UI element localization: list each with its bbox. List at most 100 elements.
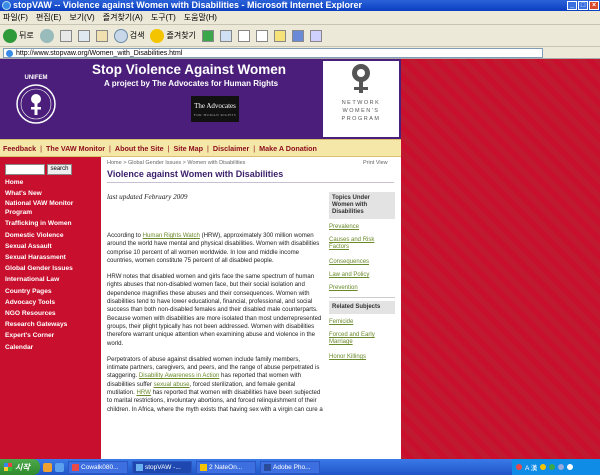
hrw-link[interactable]: Human Rights Watch: [143, 232, 200, 239]
nwp-text: NETWORK WOMEN'S PROGRAM: [341, 100, 381, 122]
mail-icon[interactable]: [219, 29, 232, 42]
print-view-link[interactable]: Print View: [363, 160, 388, 166]
paragraph-3: Perpetrators of abuse against disabled w…: [107, 356, 323, 414]
taskbar: 시작 Cowalk080... stopVAW -... 2 NateOn...…: [0, 459, 600, 475]
app-icon: [72, 463, 79, 471]
favorites-label: 즐겨찾기: [166, 31, 196, 40]
refresh-icon[interactable]: [77, 29, 90, 42]
nwp-logo[interactable]: NETWORK WOMEN'S PROGRAM: [323, 61, 399, 137]
task-cowalk[interactable]: Cowalk080...: [68, 460, 128, 474]
forward-button[interactable]: [39, 28, 54, 43]
nav-feedback[interactable]: Feedback: [3, 144, 36, 153]
daa-link[interactable]: Disability Awareness in Action: [139, 372, 220, 379]
stop-icon[interactable]: [59, 29, 72, 42]
address-bar: http://www.stopvaw.org/Women_with_Disabi…: [0, 47, 600, 59]
topic-law-policy[interactable]: Law and Policy: [329, 270, 395, 281]
media-icon[interactable]: [201, 29, 214, 42]
sidebar-item-whats-new[interactable]: What's New: [5, 188, 99, 199]
tray-icon[interactable]: [516, 464, 522, 470]
nav-site-map[interactable]: Site Map: [173, 144, 203, 153]
sidebar-item-international-law[interactable]: International Law: [5, 274, 99, 285]
folder-icon[interactable]: [273, 29, 286, 42]
address-input[interactable]: http://www.stopvaw.org/Women_with_Disabi…: [3, 47, 543, 58]
sidebar-item-global-gender-issues[interactable]: Global Gender Issues: [5, 263, 99, 274]
start-label: 시작: [15, 462, 30, 472]
nav-donation[interactable]: Make A Donation: [259, 144, 317, 153]
related-femicide[interactable]: Femicide: [329, 317, 395, 328]
tray-icon[interactable]: [549, 464, 556, 470]
menu-favorites[interactable]: 즐겨찾기(A): [103, 11, 143, 24]
web-page: UNIFEM Stop Violence Against Women A pro…: [0, 59, 401, 459]
window-title: stopVAW -- Violence against Women with D…: [13, 0, 363, 10]
close-button[interactable]: ×: [589, 1, 599, 10]
sidebar-item-vaw-monitor-program[interactable]: National VAW Monitor Program: [5, 199, 99, 218]
site-search-button[interactable]: search: [47, 164, 72, 175]
maximize-button[interactable]: □: [578, 1, 588, 10]
related-early-marriage[interactable]: Forced and Early Marriage: [329, 330, 395, 348]
back-button[interactable]: 뒤로: [3, 28, 34, 43]
menu-file[interactable]: 파일(F): [3, 11, 28, 24]
menu-view[interactable]: 보기(V): [69, 11, 94, 24]
task-photoshop[interactable]: Adobe Pho...: [260, 460, 320, 474]
edit-icon[interactable]: [255, 29, 268, 42]
sidebar-item-trafficking[interactable]: Trafficking in Women: [5, 218, 99, 229]
print-icon[interactable]: [237, 29, 250, 42]
nav-separator: |: [109, 143, 111, 153]
photoshop-icon: [264, 463, 271, 471]
site-subtitle: A project by The Advocates for Human Rig…: [104, 79, 279, 88]
quicklaunch-ie-icon[interactable]: [55, 462, 64, 472]
topic-prevalence[interactable]: Prevalence: [329, 222, 395, 233]
search-button[interactable]: 검색: [113, 28, 144, 43]
sidebar-item-sexual-harassment[interactable]: Sexual Harassment: [5, 252, 99, 263]
task-stopvaw[interactable]: stopVAW -...: [132, 460, 192, 474]
related-honor-killings[interactable]: Honor Killings: [329, 352, 395, 363]
menu-help[interactable]: 도움말(H): [184, 11, 217, 24]
sidebar-item-sexual-assault[interactable]: Sexual Assault: [5, 241, 99, 252]
sexual-abuse-link[interactable]: sexual abuse: [154, 381, 190, 388]
main-content: Home > Global Gender Issues > Women with…: [101, 157, 401, 459]
nav-vaw-monitor[interactable]: The VAW Monitor: [46, 144, 105, 153]
nav-disclaimer[interactable]: Disclaimer: [213, 144, 249, 153]
sidebar-item-research-gateways[interactable]: Research Gateways: [5, 319, 99, 330]
menu-edit[interactable]: 편집(E): [36, 11, 61, 24]
breadcrumb[interactable]: Home > Global Gender Issues > Women with…: [107, 160, 245, 166]
sidebar-item-ngo-resources[interactable]: NGO Resources: [5, 308, 99, 319]
topic-consequences[interactable]: Consequences: [329, 257, 395, 268]
tool-icon[interactable]: [309, 29, 322, 42]
tray-icon[interactable]: [540, 464, 547, 470]
minimize-button[interactable]: _: [567, 1, 577, 10]
messenger-icon[interactable]: [291, 29, 304, 42]
quicklaunch-icon[interactable]: [43, 462, 52, 472]
sidebar-item-domestic-violence[interactable]: Domestic Violence: [5, 230, 99, 241]
ime-indicator[interactable]: A 漢: [525, 462, 537, 472]
favorites-button[interactable]: 즐겨찾기: [150, 28, 196, 43]
paragraph-1: According to Human Rights Watch (HRW), a…: [107, 232, 323, 265]
content-viewport: UNIFEM Stop Violence Against Women A pro…: [0, 59, 600, 459]
task-label: stopVAW -...: [145, 463, 181, 471]
hrw-link-2[interactable]: HRW: [136, 389, 150, 396]
unifem-logo[interactable]: UNIFEM: [6, 61, 66, 135]
menu-tools[interactable]: 도구(T): [151, 11, 176, 24]
site-search-input[interactable]: [5, 164, 45, 175]
nav-about[interactable]: About the Site: [115, 144, 164, 153]
sidebar-item-calendar[interactable]: Calendar: [5, 342, 99, 353]
sidebar-item-experts-corner[interactable]: Expert's Corner: [5, 330, 99, 341]
site-title: Stop Violence Against Women: [92, 62, 287, 77]
tray-icon[interactable]: [567, 464, 574, 470]
nav-separator: |: [207, 143, 209, 153]
tray-icon[interactable]: [558, 464, 565, 470]
topic-causes[interactable]: Causes and Risk Factors: [329, 235, 395, 253]
advocates-logo[interactable]: The Advocates FOR HUMAN RIGHTS: [191, 96, 239, 122]
site-search: search: [5, 164, 72, 175]
start-button[interactable]: 시작: [0, 459, 40, 475]
home-icon[interactable]: [95, 29, 108, 42]
page-icon: [6, 49, 13, 57]
page-title: Violence against Women with Disabilities: [107, 169, 284, 179]
back-arrow-icon: [3, 28, 17, 43]
sidebar-item-advocacy-tools[interactable]: Advocacy Tools: [5, 297, 99, 308]
sidebar-item-country-pages[interactable]: Country Pages: [5, 286, 99, 297]
sidebar-item-home[interactable]: Home: [5, 177, 99, 188]
topic-prevention[interactable]: Prevention: [329, 283, 395, 294]
task-label: 2 NateOn...: [209, 463, 243, 471]
task-nateon[interactable]: 2 NateOn...: [196, 460, 256, 474]
